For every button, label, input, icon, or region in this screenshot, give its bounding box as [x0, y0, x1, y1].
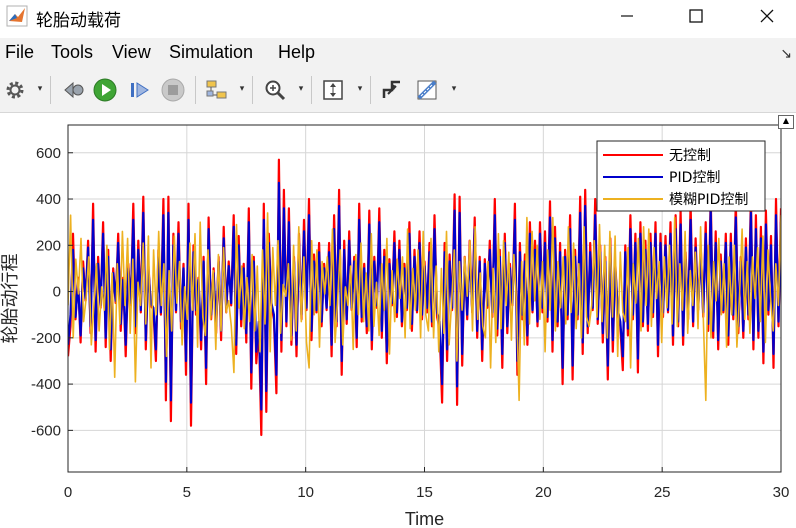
legend-entry: 无控制 [669, 148, 711, 164]
style-ruler-icon[interactable] [413, 75, 443, 105]
toolbar-separator [370, 76, 371, 104]
stop-icon[interactable] [158, 75, 188, 105]
step-forward-icon[interactable] [125, 75, 155, 105]
zoom-dropdown-icon[interactable]: ▾ [296, 81, 306, 97]
x-tick-label: 30 [773, 484, 790, 501]
x-axis-label: Time [405, 509, 444, 528]
legend-entry: PID控制 [669, 170, 720, 186]
toolbar-separator [50, 76, 51, 104]
window-title: 轮胎动载荷 [36, 11, 121, 31]
signal-selector-icon[interactable] [202, 75, 232, 105]
menu-simulation[interactable]: Simulation [169, 42, 253, 63]
chart: 0 5 10 15 20 25 30 600 400 200 0 -200 -400 -600 Time 轮胎… [0, 124, 790, 528]
toolbar-separator [252, 76, 253, 104]
x-tick-label: 0 [64, 484, 72, 501]
highlight-block-icon[interactable] [377, 75, 407, 105]
x-tick-label: 5 [183, 484, 191, 501]
y-tick-label: 200 [36, 237, 61, 254]
autoscale-icon[interactable] [318, 75, 348, 105]
close-icon[interactable] [744, 0, 790, 32]
menu-bar: File Tools View Simulation Help ↘ [0, 38, 796, 68]
minimize-icon[interactable] [604, 0, 650, 32]
y-axis-label: 轮胎动行程 [0, 254, 21, 344]
menu-help[interactable]: Help [278, 42, 315, 63]
legend-entry: 模糊PID控制 [669, 192, 748, 208]
y-tick-label: -200 [31, 330, 61, 347]
y-tick-label: 400 [36, 191, 61, 208]
window-title-bar: 轮胎动载荷 [0, 0, 796, 36]
menu-view[interactable]: View [112, 42, 151, 63]
y-tick-label: -600 [31, 422, 61, 439]
step-back-icon[interactable] [58, 75, 88, 105]
y-tick-label: 600 [36, 145, 61, 162]
undock-axes-icon[interactable]: ▲ [778, 115, 794, 129]
matlab-icon [6, 5, 28, 27]
x-tick-label: 25 [654, 484, 671, 501]
autoscale-dropdown-icon[interactable]: ▾ [355, 81, 365, 97]
dock-arrow-icon[interactable]: ↘ [780, 46, 792, 62]
y-tick-label: -400 [31, 376, 61, 393]
settings-dropdown-icon[interactable]: ▾ [35, 81, 45, 97]
signal-dropdown-icon[interactable]: ▾ [237, 81, 247, 97]
x-tick-label: 10 [297, 484, 314, 501]
zoom-in-icon[interactable] [260, 75, 290, 105]
toolbar-separator [195, 76, 196, 104]
x-tick-label: 15 [416, 484, 433, 501]
run-icon[interactable] [90, 75, 120, 105]
menu-tools[interactable]: Tools [51, 42, 93, 63]
x-tick-label: 20 [535, 484, 552, 501]
settings-gear-icon[interactable] [0, 75, 30, 105]
toolbar: ▾ ▾ ▾ ▾ ▾ [0, 68, 796, 113]
menu-file[interactable]: File [5, 42, 34, 63]
y-tick-label: 0 [53, 284, 61, 301]
toolbar-separator [311, 76, 312, 104]
maximize-icon[interactable] [673, 0, 719, 32]
scope-plot-area: 0 5 10 15 20 25 30 600 400 200 0 -200 -400 -600 Time 轮胎… [0, 113, 796, 528]
style-dropdown-icon[interactable]: ▾ [449, 81, 459, 97]
